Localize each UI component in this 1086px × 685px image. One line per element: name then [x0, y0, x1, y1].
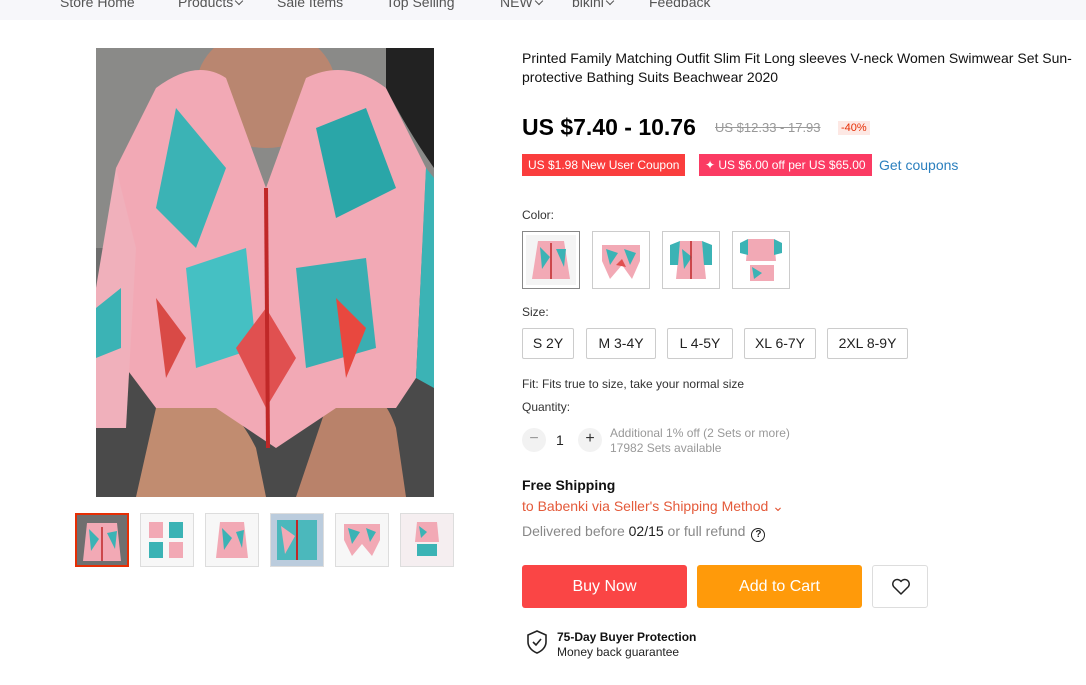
original-price: US $12.33 - 17.93 — [715, 120, 821, 135]
quantity-value[interactable]: 1 — [556, 432, 564, 448]
heart-icon — [892, 578, 910, 595]
nav-sale-items[interactable]: Sale Items — [277, 0, 343, 10]
size-option-m[interactable]: M 3-4Y — [586, 328, 656, 359]
color-swatch-girls-swimsuit[interactable] — [662, 231, 720, 289]
size-label: Size: — [522, 305, 549, 319]
thumbnail-2[interactable] — [140, 513, 194, 567]
delivery-estimate: Delivered before 02/15 or full refund? — [522, 523, 766, 542]
wishlist-button[interactable] — [872, 565, 928, 608]
thumbnail-3[interactable] — [205, 513, 259, 567]
shipping-method-selector[interactable]: to Babenki via Seller's Shipping Method … — [522, 498, 784, 515]
nav-top-selling[interactable]: Top Selling — [386, 0, 455, 10]
buyer-protection-title: 75-Day Buyer Protection — [557, 630, 697, 644]
nav-bikini[interactable]: bikini — [572, 0, 615, 10]
buyer-protection-subtitle: Money back guarantee — [557, 645, 680, 659]
product-title: Printed Family Matching Outfit Slim Fit … — [522, 50, 1072, 85]
thumbnail-4[interactable] — [270, 513, 324, 567]
size-option-2xl[interactable]: 2XL 8-9Y — [827, 328, 908, 359]
delivery-date: 02/15 — [628, 523, 664, 539]
color-label: Color: — [522, 208, 555, 222]
quantity-label: Quantity: — [522, 400, 571, 414]
thumbnail-6[interactable] — [400, 513, 454, 567]
color-swatch-boys-shorts[interactable] — [592, 231, 650, 289]
help-icon[interactable]: ? — [751, 528, 766, 542]
buy-now-button[interactable]: Buy Now — [522, 565, 687, 608]
thumbnail-1[interactable] — [75, 513, 129, 567]
store-nav: Store Home Products Sale Items Top Selli… — [0, 0, 1086, 20]
size-option-xl[interactable]: XL 6-7Y — [744, 328, 816, 359]
nav-feedback[interactable]: Feedback — [649, 0, 710, 10]
quantity-increase-button[interactable]: + — [578, 428, 602, 452]
new-user-coupon[interactable]: US $1.98 New User Coupon — [522, 154, 686, 176]
chevron-down-icon — [235, 0, 244, 6]
quantity-decrease-button[interactable]: − — [522, 428, 546, 452]
store-coupon[interactable]: ✦ US $6.00 off per US $65.00 — [699, 154, 872, 176]
fit-note: Fit: Fits true to size, take your normal… — [522, 377, 745, 391]
chevron-down-icon — [534, 0, 543, 6]
nav-products[interactable]: Products — [178, 0, 244, 10]
add-to-cart-button[interactable]: Add to Cart — [697, 565, 862, 608]
color-swatch-baby-set[interactable] — [732, 231, 790, 289]
size-option-l[interactable]: L 4-5Y — [667, 328, 733, 359]
chevron-down-icon — [605, 0, 615, 6]
price-range: US $7.40 - 10.76 — [522, 114, 696, 140]
nav-store-home[interactable]: Store Home — [60, 0, 135, 10]
quantity-discount-note: Additional 1% off (2 Sets or more) — [610, 426, 790, 440]
thumbnail-strip — [75, 513, 455, 567]
discount-badge: -40% — [838, 121, 870, 135]
free-shipping-title: Free Shipping — [522, 477, 616, 493]
get-coupons-link[interactable]: Get coupons — [879, 157, 958, 173]
shield-check-icon — [527, 630, 547, 654]
quantity-info: Additional 1% off (2 Sets or more) 17982… — [610, 426, 790, 456]
size-option-s[interactable]: S 2Y — [522, 328, 574, 359]
stock-available: 17982 Sets available — [610, 441, 722, 455]
thumbnail-5[interactable] — [335, 513, 389, 567]
color-swatch-women-swimsuit[interactable] — [522, 231, 580, 289]
nav-new[interactable]: NEW — [500, 0, 543, 10]
product-main-image[interactable] — [96, 48, 434, 497]
